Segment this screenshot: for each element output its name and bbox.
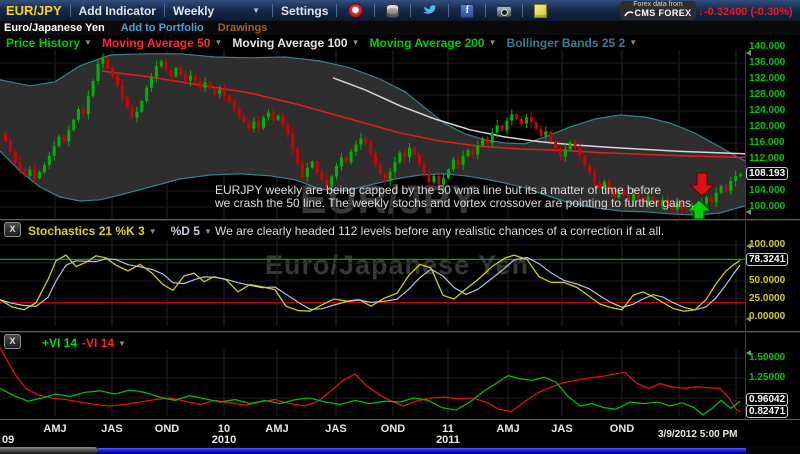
scrollbar[interactable] bbox=[0, 447, 800, 454]
x-axis-label: 3/9/2012 5:00 PM bbox=[658, 429, 738, 440]
axis-label: 128.000 bbox=[749, 89, 785, 100]
provider-logo: CMS FOREX bbox=[620, 9, 696, 18]
chevron-down-icon[interactable]: ▼ bbox=[84, 38, 92, 47]
ma100-dropdown[interactable]: Moving Average 100 bbox=[232, 36, 347, 50]
time-axis[interactable]: AMJJASOND102010AMJJASOND112011AMJJASOND0… bbox=[0, 420, 800, 447]
chevron-down-icon[interactable]: ▼ bbox=[629, 38, 637, 47]
chevron-down-icon[interactable]: ▼ bbox=[204, 227, 212, 236]
x-axis-label: AMJ bbox=[43, 423, 66, 435]
notes-icon[interactable] bbox=[534, 4, 547, 18]
axis-label: 25.0000 bbox=[749, 293, 785, 304]
x-axis-label: 2011 bbox=[436, 434, 460, 446]
divider bbox=[164, 4, 165, 17]
chart-application: EUR/JPY Euro/Japanese Yen EUR/JPY Add In… bbox=[0, 0, 800, 454]
chevron-down-icon[interactable]: ▼ bbox=[352, 38, 360, 47]
annotation-line3: We are clearly headed 112 levels before … bbox=[215, 224, 664, 238]
vi-close-button[interactable]: X bbox=[4, 334, 21, 349]
axis-label: 0.00000 bbox=[749, 311, 785, 322]
chevron-down-icon[interactable]: ▼ bbox=[149, 227, 157, 236]
axis-label: 132.000 bbox=[749, 73, 785, 84]
axis-label: 50.0000 bbox=[749, 275, 785, 286]
bollinger-dropdown[interactable]: Bollinger Bands 25 2 bbox=[507, 36, 626, 50]
divider bbox=[70, 4, 71, 17]
axis-label: 112.000 bbox=[749, 153, 785, 164]
chevron-down-icon[interactable]: ▼ bbox=[489, 38, 497, 47]
toolbar: EUR/JPY Add Indicator Weekly ▼ Settings … bbox=[0, 0, 800, 21]
settings-button[interactable]: Settings bbox=[281, 4, 328, 18]
annotation-line2: we crash the 50 line. The weekly stochs … bbox=[215, 196, 694, 210]
indicator-bar: Price History ▼ Moving Average 50 ▼ Moving… bbox=[0, 35, 745, 50]
x-axis-label: AMJ bbox=[496, 423, 519, 435]
stoch-close-button[interactable]: X bbox=[4, 222, 21, 237]
axis-label: 104.000 bbox=[749, 185, 785, 196]
last-value-badge: 108.193 bbox=[746, 167, 788, 180]
x-axis-label: OND bbox=[610, 423, 634, 435]
add-to-portfolio-link[interactable]: Add to Portfolio bbox=[121, 22, 204, 34]
chevron-down-icon[interactable]: ▼ bbox=[214, 38, 222, 47]
period-dropdown[interactable]: Weekly bbox=[173, 4, 214, 18]
symbol-label[interactable]: EUR/JPY bbox=[6, 3, 62, 18]
x-axis-label: JAS bbox=[101, 423, 122, 435]
axis-label: 1.50000 bbox=[749, 352, 785, 363]
axis-label: 136.000 bbox=[749, 57, 785, 68]
axis-label: 100.000 bbox=[749, 201, 785, 212]
alarm-icon[interactable] bbox=[348, 3, 363, 18]
facebook-icon[interactable] bbox=[460, 4, 474, 18]
divider bbox=[272, 4, 273, 17]
x-axis-label: 09 bbox=[2, 434, 14, 446]
x-axis-label: OND bbox=[155, 423, 179, 435]
axis-label: 1.25000 bbox=[749, 372, 785, 383]
x-axis-label: AMJ bbox=[265, 423, 288, 435]
panel-separator-shadow bbox=[0, 332, 800, 333]
divider bbox=[336, 4, 337, 17]
axis-label: 120.000 bbox=[749, 121, 785, 132]
annotation-line1: EURJPY weekly are being capped by the 50… bbox=[215, 183, 661, 197]
stoch-d-dropdown[interactable]: %D 5 bbox=[171, 224, 200, 238]
divider bbox=[410, 4, 411, 17]
swoosh-icon bbox=[624, 9, 634, 17]
add-indicator-button[interactable]: Add Indicator bbox=[79, 4, 156, 18]
panel-separator-shadow bbox=[0, 220, 800, 221]
last-value-badge: 78.3241 bbox=[746, 253, 788, 266]
chevron-down-icon[interactable]: ▼ bbox=[118, 339, 126, 348]
camera-icon[interactable] bbox=[497, 7, 511, 17]
divider bbox=[522, 4, 523, 17]
vi-minus-label[interactable]: -VI 14 bbox=[82, 336, 114, 350]
drawings-link[interactable]: Drawings bbox=[218, 22, 268, 34]
ma50-dropdown[interactable]: Moving Average 50 bbox=[102, 36, 210, 50]
panel-separator bbox=[0, 419, 800, 420]
x-axis-label: 2010 bbox=[212, 434, 236, 446]
stoch-k-dropdown[interactable]: Stochastics 21 %K 3 bbox=[28, 224, 145, 238]
chevron-down-icon[interactable]: ▼ bbox=[252, 6, 260, 15]
scrollbar-left-handle[interactable] bbox=[0, 447, 98, 454]
scrollbar-thumb[interactable] bbox=[98, 448, 746, 453]
axis-label: 116.000 bbox=[749, 137, 785, 148]
stoch-header: Stochastics 21 %K 3 ▼ %D 5 ▼ bbox=[28, 224, 216, 238]
axis-label: 100.000 bbox=[749, 239, 785, 250]
divider bbox=[448, 4, 449, 17]
last-value-badge: 0.82471 bbox=[746, 405, 788, 418]
x-axis-label: OND bbox=[381, 423, 405, 435]
price-history-dropdown[interactable]: Price History bbox=[6, 36, 80, 50]
provider-badge: Forex data from CMS FOREX bbox=[620, 1, 696, 20]
twitter-icon[interactable] bbox=[422, 3, 437, 19]
instrument-name: Euro/Japanese Yen bbox=[4, 22, 105, 34]
subheader: Euro/Japanese Yen Add to Portfolio Drawi… bbox=[0, 21, 800, 35]
ma200-dropdown[interactable]: Moving Average 200 bbox=[369, 36, 484, 50]
price-change: ↓-0.32400 (-0.30%) bbox=[698, 4, 793, 18]
x-axis-label: JAS bbox=[551, 423, 572, 435]
divider bbox=[485, 4, 486, 17]
axis-label: 140.000 bbox=[749, 41, 785, 52]
database-icon[interactable] bbox=[386, 4, 399, 18]
axis-label: 124.000 bbox=[749, 105, 785, 116]
x-axis-label: JAS bbox=[325, 423, 346, 435]
divider bbox=[374, 4, 375, 17]
vi-header: +VI 14 -VI 14 ▼ bbox=[42, 336, 130, 350]
vi-plus-label[interactable]: +VI 14 bbox=[42, 336, 77, 350]
